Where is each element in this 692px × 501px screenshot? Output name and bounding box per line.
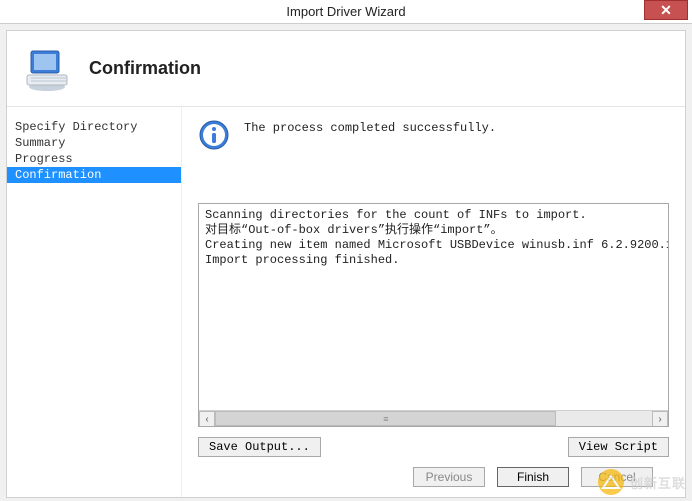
wizard-sidebar: Specify Directory Summary Progress Confi… <box>7 107 182 497</box>
log-output[interactable] <box>199 204 668 410</box>
main-area: Specify Directory Summary Progress Confi… <box>7 107 685 497</box>
sidebar-item-summary[interactable]: Summary <box>7 135 181 151</box>
watermark-logo-icon <box>598 469 624 495</box>
page-title: Confirmation <box>89 58 201 79</box>
scroll-track[interactable]: ≡ <box>215 411 652 426</box>
scroll-right-button[interactable]: › <box>652 411 668 427</box>
status-row: The process completed successfully. <box>198 119 669 151</box>
sidebar-item-progress[interactable]: Progress <box>7 151 181 167</box>
computer-icon <box>23 45 71 93</box>
titlebar: Import Driver Wizard ✕ <box>0 0 692 24</box>
view-script-button[interactable]: View Script <box>568 437 669 457</box>
scroll-left-button[interactable]: ‹ <box>199 411 215 427</box>
previous-button: Previous <box>413 467 485 487</box>
scroll-grip-icon: ≡ <box>383 414 387 424</box>
watermark-text: 创新互联 <box>630 473 686 492</box>
horizontal-scrollbar[interactable]: ‹ ≡ › <box>199 410 668 426</box>
status-message: The process completed successfully. <box>244 119 496 135</box>
log-actions-row: Save Output... View Script <box>198 437 669 457</box>
wizard-header: Confirmation <box>7 31 685 107</box>
log-area: ‹ ≡ › <box>198 203 669 427</box>
window-title: Import Driver Wizard <box>286 4 405 19</box>
watermark: 创新互联 <box>598 469 686 495</box>
content-pane: The process completed successfully. ‹ ≡ … <box>182 107 685 497</box>
info-icon <box>198 119 230 151</box>
save-output-button[interactable]: Save Output... <box>198 437 321 457</box>
close-button[interactable]: ✕ <box>644 0 688 20</box>
close-icon: ✕ <box>660 2 672 19</box>
sidebar-item-confirmation[interactable]: Confirmation <box>7 167 181 183</box>
finish-button[interactable]: Finish <box>497 467 569 487</box>
wizard-container: Confirmation Specify Directory Summary P… <box>6 30 686 498</box>
scroll-thumb[interactable]: ≡ <box>215 411 556 426</box>
sidebar-item-specify-directory[interactable]: Specify Directory <box>7 119 181 135</box>
